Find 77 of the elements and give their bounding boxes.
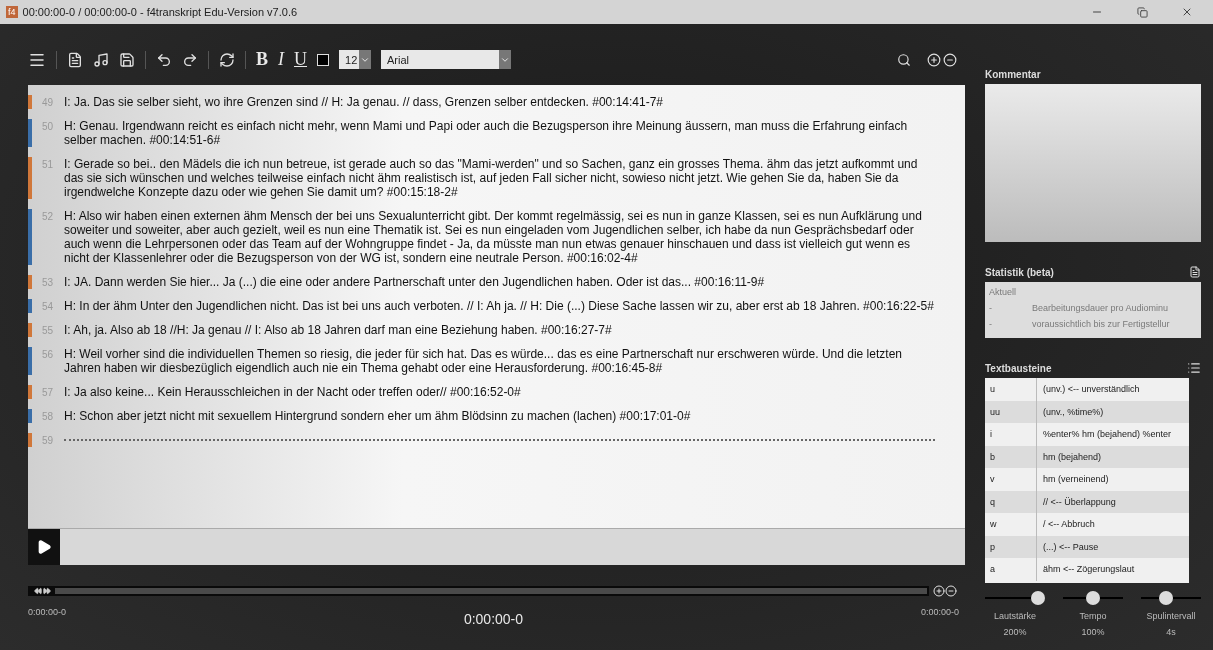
slider-label: Lautstärke [994, 611, 1036, 621]
snippet-text[interactable]: ähm <-- Zögerungslaut [1037, 564, 1135, 575]
panel-title: Statistik (beta) [985, 266, 1054, 278]
text-color-button[interactable] [317, 53, 329, 66]
slider-label: Tempo [1079, 611, 1107, 621]
transcript-text[interactable]: I: Ja also keine... Kein Herausschleichen in der Nacht oder treffen oder// #00:16:52-0# [64, 385, 935, 399]
snippet-key[interactable]: i [985, 423, 1037, 446]
window-title: 00:00:00-0 / 00:00:00-0 - f4transkript Edu-Version v7.0.6 [22, 6, 299, 18]
transcript-text[interactable]: H: Also wir haben einen externen ähm Mensch der bei uns Sexualunterricht gibt. Der kommt regelmässig, sei es nun in ganze Klassen, sei es nun Aufklärung und soweiter und soweiter, aber auch gezielt, weil es nun eine Thematik ist. Sei es nun eingeladen vom Jugendlichen selber, ich habe da nun Gesprächsbedarf oder auch wenn die Lehrpersonen oder das Team auf der Wohngruppe findet - Ja, da müsste man nun etwas genauer hinschauen und dass ist vielleich gut wenn es nicht der Klassenlehrer oder die Bezugsperson von der WG ist, sondern eine neutrale Person. #00:16:02-4# [64, 209, 935, 265]
app-logo: f4 [6, 6, 18, 18]
snippet-text[interactable]: (...) <-- Pause [1037, 541, 1099, 552]
undo-icon[interactable] [156, 51, 172, 68]
snippet-text[interactable]: %enter% hm (bejahend) %enter [1037, 429, 1172, 440]
line-number: 53 [42, 276, 55, 288]
slider-value: 100% [1081, 627, 1105, 637]
line-number: 58 [42, 410, 55, 422]
transcript-text[interactable]: I: Ja. Das sie selber sieht, wo ihre Grenzen sind // H: Ja genau. // dass, Grenzen selber entdecken. #00:14:41-7# [64, 95, 935, 109]
snippet-key[interactable]: u [985, 378, 1037, 401]
start-time: 0:00:00-0 [28, 607, 67, 617]
line-number: 54 [42, 300, 55, 312]
play-icon[interactable] [36, 539, 52, 555]
statistics-label: - [989, 319, 992, 329]
transcript-text[interactable]: I: Gerade so bei.. den Mädels die ich nun betreue, ist gerade auch so das "Mami-werden" und so Sachen, ganz ein grosses Thema. ähm das jetzt aufkommt und das sie sich wünschen und welches teilweise einfach nicht ähm realistisch ist, auf jeden Fall sicher nicht, sowieso nicht jetzt. Wie gehen Sie da, haben Sie da irgendwelche Konzepte dazu oder wie gehen Sie damit um? #00:15:18-2# [64, 157, 935, 199]
timeline-track[interactable] [28, 586, 929, 596]
format-button[interactable]: B [256, 49, 268, 70]
rewind-forward-icon[interactable] [30, 586, 55, 596]
transcript-text[interactable]: H: In der ähm Unter den Jugendlichen nicht. Das ist bei uns auch verboten. // I: Ah ja. // H: Die (...) Diese Sache lassen wir zu, aber erst ab 18 Jahren. #00:16:22-5# [64, 299, 935, 313]
document-icon[interactable] [67, 51, 83, 68]
snippet-text[interactable]: hm (verneinend) [1037, 474, 1109, 485]
zoom-out-icon[interactable] [943, 52, 957, 67]
transcript-text[interactable]: I: Ah, ja. Also ab 18 //H: Ja genau // I: Also ab 18 Jahren darf man eine Beziehung haben. #00:16:27-7# [64, 323, 935, 337]
line-number: 52 [42, 210, 55, 222]
transcript-editor[interactable] [28, 85, 965, 565]
music-icon[interactable] [93, 51, 109, 68]
zoom-out-icon[interactable] [945, 585, 957, 597]
transcript-text[interactable]: H: Genau. Irgendwann reicht es einfach nicht mehr, wenn Mami und Papi oder auch die Bezugsperson ihre Meinung äussern, man muss die Erfahrung einfach selber machen. #00:14:51-6# [64, 119, 935, 147]
snippet-text[interactable]: hm (bejahend) [1037, 451, 1102, 462]
slider-value: 200% [1003, 627, 1027, 637]
comment-field[interactable] [985, 84, 1201, 242]
snippet-text[interactable]: / <-- Abbruch [1037, 519, 1095, 530]
sync-icon[interactable] [219, 51, 235, 68]
redo-icon[interactable] [182, 51, 198, 68]
statistics-label: Aktuell [989, 287, 1016, 297]
snippet-text[interactable]: // <-- Überlappung [1037, 496, 1116, 507]
transcript-text[interactable]: H: Weil vorher sind die individuellen Themen so riesig, die jeder für sich hat. Das es würde... das es eine Partnerschaft nur erschweren würde. Und die letzten Jahren haben wir diesbezüglich eigendlich auch nie ein Thema gehabt oder eine Herausforderung. #00:16:45-8# [64, 347, 935, 375]
panel-title: Textbausteine [985, 362, 1052, 374]
list-menu-icon[interactable] [1187, 361, 1201, 375]
snippet-text[interactable]: (unv., %time%) [1037, 406, 1104, 417]
snippet-key[interactable]: a [985, 558, 1037, 581]
zoom-in-icon[interactable] [933, 585, 945, 597]
search-icon[interactable] [897, 52, 911, 67]
slider-thumb[interactable] [1159, 591, 1174, 605]
zoom-in-icon[interactable] [927, 52, 941, 67]
end-time: 0:00:00-0 [920, 607, 959, 617]
snippet-text[interactable]: (unv.) <-- unverständlich [1037, 384, 1140, 395]
panel-title: Kommentar [985, 68, 1041, 80]
save-icon[interactable] [119, 51, 135, 68]
statistics-label: - [989, 303, 992, 313]
line-number: 51 [42, 158, 55, 170]
statistics-value: voraussichtlich bis zur Fertigstellur [1032, 319, 1170, 329]
font-select[interactable]: Arial [381, 50, 511, 69]
document-icon[interactable] [1189, 266, 1201, 278]
current-time: 0:00:00-0 [463, 611, 524, 627]
slider-thumb[interactable] [1086, 591, 1100, 605]
slider-thumb[interactable] [1031, 591, 1045, 605]
format-button[interactable]: U [294, 49, 307, 70]
slider-value: 4s [1166, 627, 1176, 637]
font-size-select[interactable]: 12 [339, 50, 371, 69]
transcript-text[interactable]: I: JA. Dann werden Sie hier... Ja (...) die eine oder andere Partnerschaft unter den Jugendlichen haben. Oder ist das... #00:16:11-9# [64, 275, 935, 289]
format-button[interactable]: I [278, 49, 284, 70]
snippet-key[interactable]: w [985, 513, 1037, 536]
snippet-key[interactable]: v [985, 468, 1037, 491]
statistics-value: Bearbeitungsdauer pro Audiominu [1032, 303, 1169, 313]
slider-label: Spulintervall [1146, 611, 1196, 621]
line-number: 49 [42, 96, 55, 108]
play-button[interactable] [28, 529, 60, 565]
transcript-text[interactable]: H: Schon aber jetzt nicht mit sexuellem Hintergrund sondern eher um ähm Blödsinn zu machen (lachen) #00:17:01-0# [64, 409, 935, 423]
